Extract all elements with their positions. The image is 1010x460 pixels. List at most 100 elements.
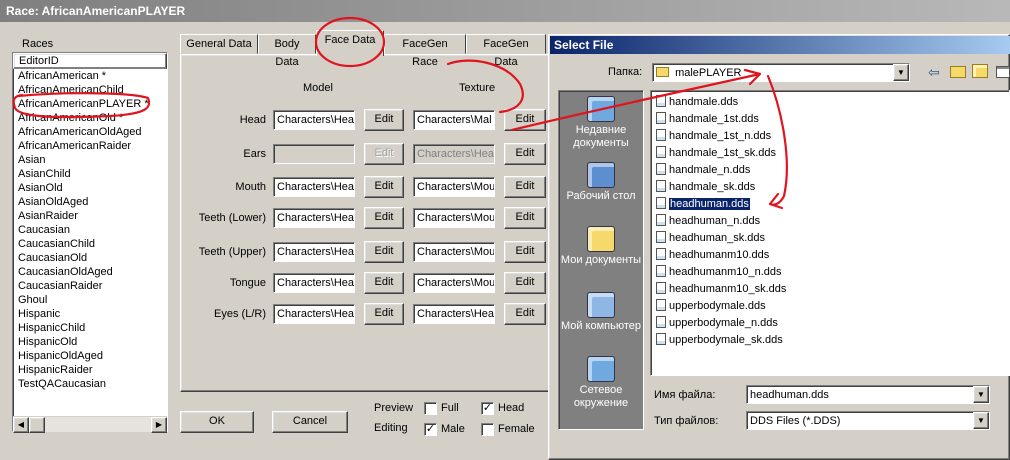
tab-facegen-data[interactable]: FaceGen Data (466, 34, 546, 68)
race-list-item[interactable]: HispanicOld (13, 335, 167, 349)
teeth-upper-model-field[interactable]: Characters\Hea (273, 242, 355, 262)
teeth-upper-texture-field[interactable]: Characters\Mou (413, 242, 495, 262)
file-item[interactable]: handmale_n.dds (656, 162, 750, 178)
male-checkbox[interactable]: ✓ (424, 423, 437, 436)
race-list-item[interactable]: CaucasianChild (13, 237, 167, 251)
place-network[interactable]: Сетевое окружение (558, 356, 644, 410)
race-list-item[interactable]: Asian (13, 153, 167, 167)
file-item[interactable]: handmale_1st_n.dds (656, 128, 771, 144)
eyes-l-r-texture-field[interactable]: Characters\Hea (413, 304, 495, 324)
file-item[interactable]: handmale_1st.dds (656, 111, 759, 127)
teeth-upper-model-edit-button[interactable]: Edit (364, 241, 404, 263)
file-item[interactable]: headhumanm10_sk.dds (656, 281, 786, 297)
mouth-model-field[interactable]: Characters\Hea (273, 177, 355, 197)
head-model-field[interactable]: Characters\Hea (273, 110, 355, 130)
cancel-button[interactable]: Cancel (272, 411, 348, 433)
file-item[interactable]: upperbodymale_sk.dds (656, 332, 783, 348)
head-checkbox[interactable]: ✓ (481, 402, 494, 415)
back-icon[interactable]: ⇦ (928, 64, 942, 80)
filetype-dropdown-arrow[interactable]: ▼ (973, 412, 989, 429)
file-item[interactable]: handmale.dds (656, 94, 738, 110)
race-list-item[interactable]: TestQACaucasian (13, 377, 167, 391)
file-item[interactable]: headhumanm10_n.dds (656, 264, 782, 280)
races-hscrollbar[interactable]: ◀ ▶ (13, 416, 167, 433)
race-list-item[interactable]: AsianRaider (13, 209, 167, 223)
teeth-lower-texture-field[interactable]: Characters\Mou (413, 208, 495, 228)
race-list-item[interactable]: CaucasianOld (13, 251, 167, 265)
filetype-select[interactable]: DDS Files (*.DDS) (746, 411, 990, 430)
folder-dropdown-arrow[interactable]: ▼ (893, 64, 909, 81)
file-item[interactable]: handmale_1st_sk.dds (656, 145, 776, 161)
full-checkbox[interactable] (424, 402, 437, 415)
race-list-item[interactable]: AfricanAmericanRaider (13, 139, 167, 153)
ears-texture-edit-button[interactable]: Edit (504, 143, 546, 165)
eyes-l-r-model-field[interactable]: Characters\Hea (273, 304, 355, 324)
tab-facegen-race[interactable]: FaceGen Race (384, 34, 466, 68)
teeth-upper-texture-edit-button[interactable]: Edit (504, 241, 546, 263)
race-list-item[interactable]: AfricanAmerican * (13, 69, 167, 83)
file-item[interactable]: handmale_sk.dds (656, 179, 755, 195)
tab-body-data[interactable]: Body Data (258, 34, 316, 68)
tab-general-data[interactable]: General Data (180, 34, 258, 54)
eyes-l-r-model-edit-button[interactable]: Edit (364, 303, 404, 325)
place-my-computer[interactable]: Мой компьютер (558, 292, 644, 333)
race-list-item[interactable]: AsianOldAged (13, 195, 167, 209)
tongue-model-field[interactable]: Characters\Hea (273, 273, 355, 293)
file-name: upperbodymale.dds (669, 300, 766, 312)
mouth-texture-field[interactable]: Characters\Mou (413, 177, 495, 197)
races-list[interactable]: EditorID AfricanAmerican * AfricanAmerica… (12, 52, 168, 432)
race-list-item[interactable]: AfricanAmericanPLAYER * (13, 97, 167, 111)
race-list-item[interactable]: AsianOld (13, 181, 167, 195)
female-checkbox[interactable] (481, 423, 494, 436)
file-item[interactable]: upperbodymale.dds (656, 298, 766, 314)
file-item[interactable]: headhuman_n.dds (656, 213, 760, 229)
place-desktop[interactable]: Рабочий стол (558, 162, 644, 203)
ears-texture-field[interactable]: Characters\Hea (413, 144, 495, 164)
race-list-item[interactable]: HispanicOldAged (13, 349, 167, 363)
race-list-item[interactable]: AfricanAmericanChild (13, 83, 167, 97)
dds-file-icon (656, 95, 666, 107)
ok-button[interactable]: OK (180, 411, 254, 433)
teeth-lower-texture-edit-button[interactable]: Edit (504, 207, 546, 229)
head-texture-field[interactable]: Characters\Mal (413, 110, 495, 130)
file-item[interactable]: upperbodymale_n.dds (656, 315, 778, 331)
tongue-model-edit-button[interactable]: Edit (364, 272, 404, 294)
race-list-item[interactable]: AfricanAmericanOld * (13, 111, 167, 125)
race-list-item[interactable]: AsianChild (13, 167, 167, 181)
mouth-model-edit-button[interactable]: Edit (364, 176, 404, 198)
place-recent-docs[interactable]: Недавние документы (558, 96, 644, 150)
head-model-edit-button[interactable]: Edit (364, 109, 404, 131)
race-list-item[interactable]: HispanicRaider (13, 363, 167, 377)
folder-combo[interactable]: malePLAYER (652, 63, 910, 82)
teeth-lower-model-edit-button[interactable]: Edit (364, 207, 404, 229)
tongue-texture-edit-button[interactable]: Edit (504, 272, 546, 294)
race-list-item[interactable]: CaucasianRaider (13, 279, 167, 293)
up-folder-icon[interactable] (950, 66, 966, 78)
column-header-editorid[interactable]: EditorID (13, 53, 167, 69)
scroll-left-button[interactable]: ◀ (13, 417, 29, 433)
head-texture-edit-button[interactable]: Edit (504, 109, 546, 131)
eyes-l-r-texture-edit-button[interactable]: Edit (504, 303, 546, 325)
race-list-item[interactable]: CaucasianOldAged (13, 265, 167, 279)
race-list-item[interactable]: HispanicChild (13, 321, 167, 335)
race-list-item[interactable]: Caucasian (13, 223, 167, 237)
race-list-item[interactable]: Ghoul (13, 293, 167, 307)
tongue-texture-field[interactable]: Characters\Mou (413, 273, 495, 293)
filename-field[interactable]: headhuman.dds (746, 385, 990, 404)
ears-model-edit-button[interactable]: Edit (364, 143, 404, 165)
place-my-documents[interactable]: Мои документы (558, 226, 644, 267)
new-folder-icon[interactable] (972, 64, 988, 78)
teeth-lower-model-field[interactable]: Characters\Hea (273, 208, 355, 228)
scroll-thumb[interactable] (29, 417, 45, 433)
filename-dropdown-arrow[interactable]: ▼ (973, 386, 989, 403)
tab-face-data[interactable]: Face Data (316, 30, 384, 56)
race-list-item[interactable]: AfricanAmericanOldAged (13, 125, 167, 139)
view-menu-icon[interactable] (996, 66, 1010, 78)
ears-model-field[interactable] (273, 144, 355, 164)
file-item[interactable]: headhuman_sk.dds (656, 230, 765, 246)
mouth-texture-edit-button[interactable]: Edit (504, 176, 546, 198)
scroll-right-button[interactable]: ▶ (151, 417, 167, 433)
file-item[interactable]: headhuman.dds (656, 196, 750, 212)
file-item[interactable]: headhumanm10.dds (656, 247, 769, 263)
race-list-item[interactable]: Hispanic (13, 307, 167, 321)
